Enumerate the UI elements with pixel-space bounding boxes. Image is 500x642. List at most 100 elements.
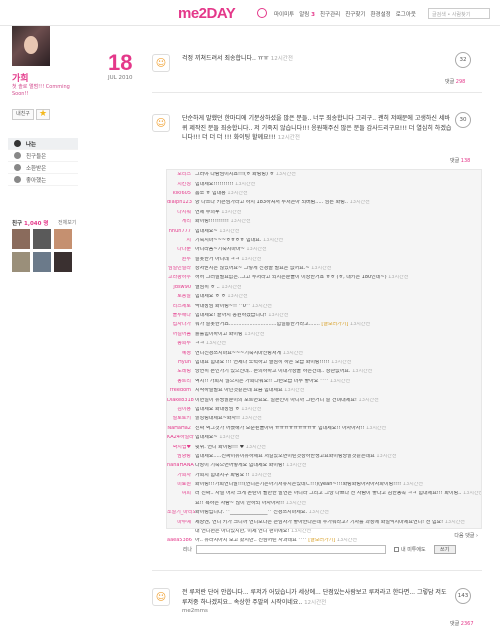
reply-submit-button[interactable]: 쓰기 [433,544,456,554]
comment-author[interactable]: 가희사 [167,473,195,478]
nav-my-me2[interactable]: 마이미투 [274,10,294,18]
comment-author[interactable]: 고라팡하우 [167,275,195,280]
comment-author[interactable]: 마루예 [167,520,195,525]
comment-author[interactable]: 박지엽♥ [167,445,195,450]
top-bar: me2DAY 마이미투 알림 3 친구관리 친구찾기 환경설정 로그아웃 글검색… [0,0,500,26]
post-to-me2-checkbox[interactable]: 내 미투에도 [394,546,426,553]
comment-author[interactable]: 미료원 [167,482,195,487]
side-menu-item-me[interactable]: 나는 [8,138,78,150]
comment-row: Hyun 힘내요 힘내요 !!! 언제나 노력하고 열심히 하는 모습 화이팅!!… [167,358,481,367]
comment-author[interactable]: freedom [167,388,195,393]
my-friend-button[interactable]: 내친구 [12,109,34,120]
profile-description: 첫 솔로 앨범!!! Comming Soon!! [12,84,70,97]
comment-body: 힘내세요 ㅎ ㅎ 13시간전 [195,294,248,300]
friend-avatar[interactable] [54,252,72,272]
comment-author[interactable]: NaHaHa2 [167,426,195,431]
side-menu-item-friends[interactable]: 친구들은 [8,150,78,162]
comment-author[interactable]: 송희루 [167,341,195,346]
friend-avatar[interactable] [12,229,30,249]
comment-author[interactable]: 나지워 [167,210,195,215]
smiley-icon: ☺ [152,54,170,72]
comment-author[interactable]: hhun777 [167,229,195,234]
comment-time: 13시간전 [349,200,370,206]
comment-body: 다장이 기죽으면어떻게요 힘내세요 화이팅! 13시간전 [195,463,307,469]
comment-author[interactable]: 소알기_마리오 [167,510,195,515]
search-input[interactable]: 글검색 • 사람찾기 [428,8,490,19]
comment-body: 아니라움~기죽지마마~ 13시간전 [195,247,267,253]
logo[interactable]: me2DAY [178,5,236,22]
comment-author[interactable]: 지 [167,238,195,243]
comment-author[interactable]: jdsw90 [167,285,195,290]
comment-body: 열심히 ㅎ .. 13시간전 [195,284,242,290]
comment-author[interactable]: 여피 [167,491,195,496]
profile-name[interactable]: 가희 [12,71,29,84]
friend-avatar[interactable] [54,229,72,249]
friends-view-all-link[interactable]: 전체보기 [58,219,76,226]
nav-settings[interactable]: 환경설정 [370,10,390,18]
nav-friends-find[interactable]: 친구찾기 [345,10,365,18]
star-button[interactable]: ★ [36,109,50,120]
nav-friends-manage[interactable]: 친구관리 [320,10,340,18]
comment-body: 가희치 힘내시구 화팅요 !! 13시간전 [195,472,272,478]
comment-author[interactable]: 혜정 [167,351,195,356]
side-menu-item-summoned[interactable]: 소환받은 [8,162,78,174]
comment-author[interactable]: 임일민철라 [167,266,195,271]
post-meta: me2mms [182,608,208,615]
comment-author[interactable]: Hyun [167,360,195,365]
comment-time: 13시간전 [221,284,242,290]
comment-row: hhun777 힘내세요~ 13시간전 [167,226,481,235]
side-menu-item-liked[interactable]: 좋아했는 [8,174,78,186]
friend-avatar[interactable] [12,252,30,272]
comment-row: NaHaHa2 진짜 억그것가 어쨌해가 모순된들아여 ㅠㅠㅠㅠㅠㅠㅠㅠㅠ 힘내세… [167,424,481,433]
comment-row: 설로토키 할성팅내세요~화사!! 13시간전 [167,414,481,423]
comment-time: 13시간전 [308,510,329,516]
friend-avatar[interactable] [33,252,51,272]
comment-row: 여피 러 진짜.. 사실 어차 크게 논란이 될만한 발언은 아니라 그리고 그냥… [167,489,481,498]
comment-author[interactable]: 모리스 [167,172,195,177]
comment-link[interactable]: 댓글 138 [450,157,470,164]
comment-row: 지 기죽지마~~~ㅎㅎㅎㅎ 힘내요. 13시간전 [167,236,481,245]
comment-body: ㅋㅋ 13시간전 [195,341,226,347]
comment-author[interactable]: 밤향랑 [167,454,195,459]
view-post-link[interactable]: [글보러가기] [321,322,348,327]
next-comments-link[interactable]: 다음 댓글 › [166,532,482,539]
comment-body: 화이팅!!!!!!!!!! 13시간전 [195,219,251,225]
profile-avatar[interactable] [12,26,50,66]
comment-author[interactable]: 블루해다 [167,313,195,318]
nav-alerts[interactable]: 알림 3 [299,10,315,18]
comment-author[interactable]: 동트리 [167,379,195,384]
nav-logout[interactable]: 로그아웃 [396,10,416,18]
speech-icon [14,140,21,147]
comment-author[interactable]: nanaHANA [167,463,195,468]
post-date-month: JUL 2010 [108,75,133,81]
comment-time: 13시간전 [352,369,373,375]
comment-author[interactable]: kiki605 [167,191,195,196]
comment-link[interactable]: 댓글 2367 [450,620,474,627]
comment-time: 13시간전 [246,247,267,253]
comment-body: 역시!! 가희치 않으시는 가희다워요!! 그런모습 너무 좋아요 ^^ 13시… [195,378,351,384]
reply-input[interactable] [196,544,386,554]
comment-time: 13시간전 [349,322,371,328]
comment-count-bubble[interactable]: 143 [455,588,471,604]
comment-row: 어길어둠 틀룰힘이하이고 화이팅 13시간전 [167,330,481,339]
comment-author[interactable]: 로둥알 [167,294,195,299]
comment-author[interactable]: 접자나가 [167,322,195,327]
summon-icon [14,164,21,171]
comment-count-bubble[interactable]: 32 [455,52,471,68]
comment-author[interactable]: 도레팅 [167,369,195,374]
comment-author[interactable]: KA24하일라 [167,435,195,440]
friend-avatar[interactable] [33,229,51,249]
comment-author[interactable]: 어길어둠 [167,332,195,337]
comment-author[interactable]: 설로토키 [167,416,195,421]
comment-author[interactable]: 치킨칭 [167,182,195,187]
comment-author[interactable]: 나나뿐 [167,247,195,252]
comment-count-bubble[interactable]: 30 [455,112,471,128]
comment-author[interactable]: Diake8318 [167,398,195,403]
comment-link[interactable]: 댓글 298 [445,78,465,85]
comment-author[interactable]: 원두 [167,257,195,262]
comment-author[interactable]: 리스체토 [167,304,195,309]
comment-author[interactable]: 게리 [167,219,195,224]
comment-body: 진짜 억그것가 어쨌해가 모순된들아여 ㅠㅠㅠㅠㅠㅠㅠㅠㅠ 힘내세요!! 아자아… [195,425,387,431]
comment-author[interactable]: 김이용 [167,407,195,412]
comment-author[interactable]: dialph123 [167,200,195,205]
